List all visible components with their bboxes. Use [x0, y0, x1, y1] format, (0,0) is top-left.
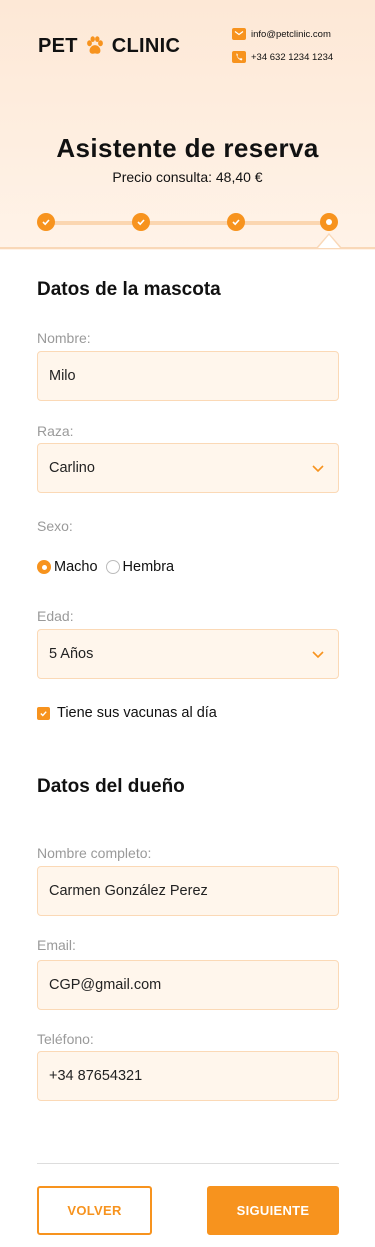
sex-label: Sexo:	[37, 518, 73, 534]
pet-name-label: Nombre:	[37, 330, 91, 346]
sex-radio-group: Macho Hembra	[37, 559, 174, 575]
paw-icon	[86, 36, 103, 54]
phone-value: +34 87654321	[49, 1068, 143, 1084]
brand-logo[interactable]: PET CLINIC	[38, 33, 180, 59]
mail-icon	[232, 28, 246, 40]
consultation-price: Precio consulta: 48,40 €	[112, 169, 263, 185]
phone-icon	[232, 51, 246, 63]
wizard-progress-bar	[46, 221, 330, 225]
email-input[interactable]: CGP@gmail.com	[37, 960, 339, 1010]
contact-email-row[interactable]: info@petclinic.com	[232, 26, 333, 42]
chevron-down-icon	[312, 465, 324, 473]
brand-name-right: CLINIC	[111, 34, 181, 57]
contact-phone-row[interactable]: +34 632 1234 1234	[232, 49, 333, 65]
pet-name-value: Milo	[49, 368, 76, 384]
wizard-step-4-current[interactable]	[320, 213, 338, 231]
back-button[interactable]: VOLVER	[37, 1186, 152, 1235]
page-title: Asistente de reserva	[56, 133, 319, 163]
breed-label: Raza:	[37, 423, 74, 439]
age-select[interactable]: 5 Años	[37, 629, 339, 679]
vaccines-checkbox-row[interactable]: Tiene sus vacunas al día	[37, 705, 217, 721]
wizard-step-2-completed[interactable]	[132, 213, 150, 231]
wizard-step-3-completed[interactable]	[227, 213, 245, 231]
check-icon	[137, 219, 145, 226]
breed-value: Carlino	[49, 460, 95, 476]
radio-hembra[interactable]	[105, 560, 120, 574]
contact-info: info@petclinic.com +34 632 1234 1234	[232, 26, 333, 72]
pet-name-input[interactable]: Milo	[37, 351, 339, 401]
phone-input[interactable]: +34 87654321	[37, 1051, 339, 1101]
chevron-down-icon	[312, 651, 324, 659]
radio-macho-label[interactable]: Macho	[54, 559, 98, 575]
phone-label: Teléfono:	[37, 1031, 94, 1047]
check-icon	[232, 219, 240, 226]
contact-phone[interactable]: +34 632 1234 1234	[251, 52, 333, 63]
fullname-value: Carmen González Perez	[49, 883, 208, 899]
footer-divider	[37, 1163, 339, 1164]
radio-macho[interactable]	[37, 560, 51, 574]
vaccines-checkbox[interactable]	[37, 706, 50, 720]
email-value: CGP@gmail.com	[49, 977, 162, 993]
owner-section-title: Datos del dueño	[37, 776, 185, 797]
current-step-pointer	[318, 235, 340, 248]
radio-hembra-label[interactable]: Hembra	[123, 559, 175, 575]
age-label: Edad:	[37, 608, 74, 624]
age-value: 5 Años	[49, 646, 94, 662]
email-label: Email:	[37, 937, 76, 953]
fullname-input[interactable]: Carmen González Perez	[37, 866, 339, 916]
contact-email[interactable]: info@petclinic.com	[251, 29, 331, 40]
check-icon	[42, 219, 50, 226]
fullname-label: Nombre completo:	[37, 845, 152, 861]
breed-select[interactable]: Carlino	[37, 443, 339, 493]
pet-section-title: Datos de la mascota	[37, 279, 221, 300]
wizard-step-1-completed[interactable]	[37, 213, 55, 231]
next-button[interactable]: SIGUIENTE	[207, 1186, 339, 1235]
check-icon	[40, 710, 47, 717]
brand-name-left: PET	[38, 34, 78, 57]
vaccines-label[interactable]: Tiene sus vacunas al día	[57, 705, 217, 721]
